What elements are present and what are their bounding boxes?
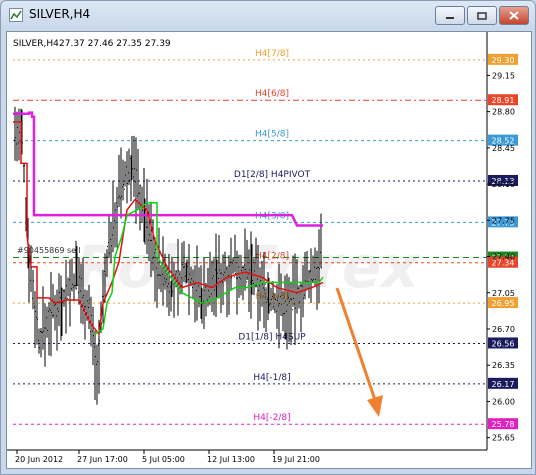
maximize-button[interactable] [467,6,497,25]
level-label: H4[6/8] [255,89,289,99]
y-tick-label: 29.15 [492,71,515,80]
watermark: RoboForex [75,233,420,301]
y-tick-label: 27.75 [492,216,515,225]
level-label: H4[-1/8] [253,373,290,383]
x-tick-label: 20 Jun 2012 [15,455,63,464]
maximize-icon [477,11,487,20]
level-label: D1[2/8] H4PIVOT [234,170,311,180]
price-tag-label: 29.30 [492,56,515,65]
y-tick-label: 28.80 [492,108,515,117]
y-tick-label: 26.70 [492,325,515,334]
level-label: H4[-2/8] [253,413,290,423]
order-label: #90455869 sell [17,246,81,255]
level-label: D1[1/8] H4SUP [238,332,306,342]
y-tick-label: 25.65 [492,434,515,443]
title-bar[interactable]: SILVER,H4 [1,1,535,29]
chart-symbol: SILVER,H4 [13,39,59,49]
price-tag-label: 25.78 [492,420,515,429]
minimize-icon [446,16,454,19]
y-tick-label: 28.45 [492,144,515,153]
price-chart[interactable]: RoboForex H4[7/8] 29.30 H4[6/8] 28.91 H4[5/8… [7,32,531,468]
price-tag-label: 26.56 [492,339,515,348]
y-tick-label: 27.40 [492,253,515,262]
x-tick-label: 5 Jul 05:00 [142,455,185,464]
y-tick-label: 26.00 [492,397,515,406]
close-icon [509,11,519,20]
y-tick-label: 26.35 [492,361,515,370]
window-title: SILVER,H4 [29,7,91,21]
chart-area[interactable]: RoboForex H4[7/8] 29.30 H4[6/8] 28.91 H4[5/8… [6,31,532,469]
y-tick-label: 27.05 [492,289,515,298]
y-tick-label: 28.10 [492,180,515,189]
price-tag-label: 28.91 [492,96,515,105]
level-label: H4[7/8] [255,49,289,59]
close-button[interactable] [499,6,529,25]
price-tag-label: 26.17 [492,380,515,389]
chart-app-icon [9,8,23,22]
minimize-button[interactable] [435,6,465,25]
price-tag-label: 26.95 [492,299,515,308]
x-tick-label: 12 Jul 13:00 [207,455,255,464]
x-tick-label: 19 Jul 21:00 [272,455,320,464]
level-label: H4[2/8] [255,252,289,262]
chart-window: SILVER,H4 RoboForex H4[7/8] 29.30 H4[6/8] 2… [0,0,536,475]
x-tick-label: 27 Jun 17:00 [77,455,128,464]
level-label: H4[5/8] [255,130,289,140]
forecast-arrow [335,287,383,417]
chart-ohlc: 27.37 27.46 27.35 27.39 [59,39,171,49]
